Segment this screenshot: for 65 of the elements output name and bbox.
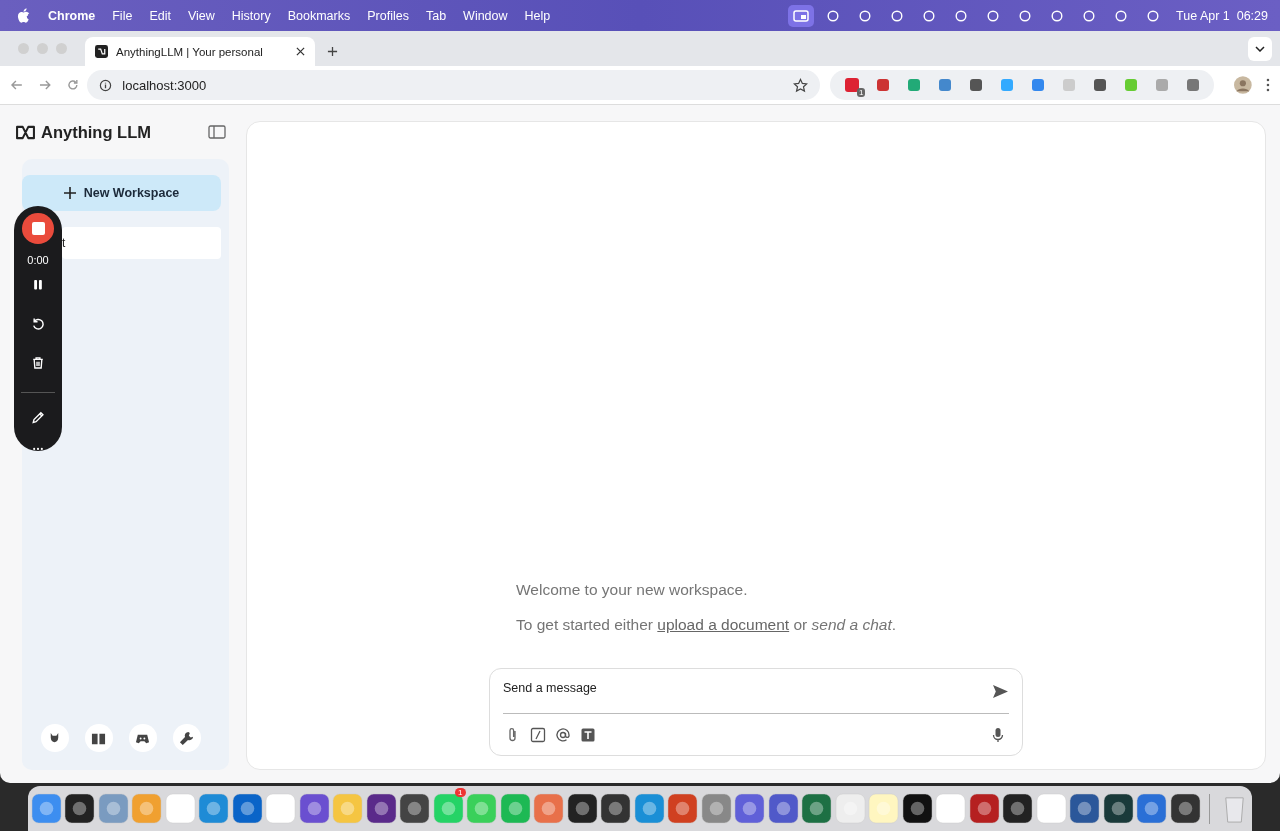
tab-title: AnythingLLM | Your personal <box>116 45 264 58</box>
app-icon[interactable] <box>600 793 631 824</box>
menu-item[interactable]: Profiles <box>367 8 409 23</box>
app-icon[interactable] <box>1102 793 1134 824</box>
app-logo-text: Anything LLM <box>41 122 151 142</box>
menu-item[interactable]: Edit <box>149 8 171 23</box>
app-icon[interactable] <box>1169 793 1201 824</box>
menu-item[interactable]: File <box>112 8 133 23</box>
app-menu[interactable]: Chrome <box>48 8 96 23</box>
mention-icon[interactable] <box>555 726 571 743</box>
wrench-icon[interactable] <box>172 724 201 752</box>
message-input[interactable]: Send a message <box>503 681 992 695</box>
menu-clock[interactable]: Tue Apr 1 06:29 <box>1176 8 1268 23</box>
info-icon <box>99 78 113 92</box>
trash-icon[interactable] <box>31 356 45 370</box>
game-controller-icon[interactable] <box>128 724 157 752</box>
app-icon[interactable] <box>901 793 933 824</box>
pause-icon[interactable] <box>31 277 45 291</box>
menu-item[interactable]: Tab <box>425 8 447 23</box>
sidebar-toggle-icon[interactable] <box>208 125 226 139</box>
forward-icon[interactable] <box>37 78 52 92</box>
getting-started-text: To get started either upload a document or send a chat. <box>516 616 898 634</box>
menu-item[interactable]: Help <box>524 8 551 23</box>
pencil-icon[interactable] <box>31 410 45 425</box>
apple-icon[interactable] <box>17 8 30 23</box>
stop-recording-button[interactable] <box>22 213 54 244</box>
favicon-icon <box>95 45 108 58</box>
recording-timer: 0:00 <box>27 253 49 266</box>
browser-tab[interactable]: AnythingLLM | Your personal <box>85 37 315 66</box>
url-text: localhost:3000 <box>122 77 207 93</box>
menu-item[interactable]: Bookmarks <box>287 8 351 23</box>
chevron-down-icon <box>1255 46 1265 52</box>
logo-icon <box>15 124 36 140</box>
profile-avatar-icon[interactable] <box>1234 76 1253 94</box>
text-format-icon[interactable] <box>580 726 596 743</box>
new-workspace-button[interactable]: New Workspace <box>22 175 221 211</box>
workspace-item[interactable]: t <box>62 227 221 259</box>
close-icon[interactable] <box>296 47 305 56</box>
welcome-text: Welcome to your new workspace. <box>516 581 749 599</box>
extension-badge: 1 <box>856 87 866 97</box>
bookmark-star-icon[interactable] <box>793 77 809 93</box>
upload-document-link[interactable]: upload a document <box>657 616 790 633</box>
app-icon[interactable] <box>64 793 95 824</box>
menu-item[interactable]: View <box>187 8 215 23</box>
screen-icon[interactable] <box>788 4 815 27</box>
reload-icon[interactable] <box>65 78 80 92</box>
menu-icon[interactable] <box>1266 78 1270 92</box>
slash-command-icon[interactable] <box>530 726 546 743</box>
send-icon[interactable] <box>992 683 1009 699</box>
app-icon[interactable] <box>1002 793 1033 824</box>
address-bar[interactable]: localhost:3000 <box>87 70 821 100</box>
notification-badge: 1 <box>455 788 466 797</box>
back-icon[interactable] <box>10 78 24 92</box>
more-icon[interactable] <box>31 447 45 451</box>
new-tab-icon[interactable] <box>327 46 338 57</box>
undo-icon[interactable] <box>31 317 45 331</box>
app-icon[interactable] <box>566 793 598 824</box>
app-icon[interactable] <box>399 793 430 824</box>
plus-icon <box>63 187 76 199</box>
menu-item[interactable]: Window <box>463 8 508 23</box>
menu-item[interactable]: History <box>231 8 271 23</box>
app-icon[interactable] <box>365 793 397 824</box>
tab-search-button[interactable] <box>1248 37 1272 61</box>
book-icon[interactable] <box>84 724 113 752</box>
microphone-icon[interactable] <box>990 726 1006 743</box>
